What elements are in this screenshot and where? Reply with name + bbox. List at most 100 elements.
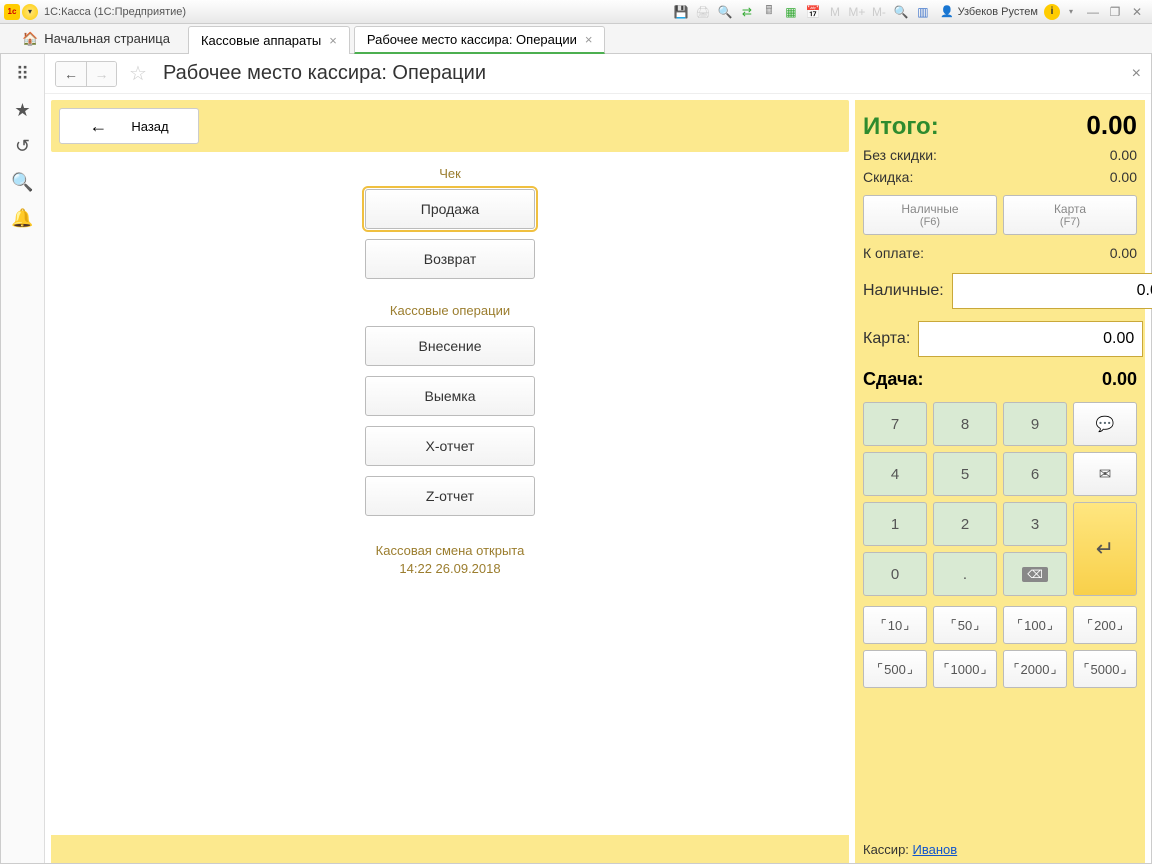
card-payment-button[interactable]: Карта (F7): [1003, 195, 1137, 235]
app-icon: 1с: [4, 4, 20, 20]
tab-label: Рабочее место кассира: Операции: [367, 32, 577, 47]
nav-forward-icon[interactable]: →: [86, 62, 116, 86]
numpad-8[interactable]: 8: [933, 402, 997, 446]
card-input[interactable]: [918, 321, 1143, 357]
shift-status-text: Кассовая смена открыта: [376, 542, 525, 560]
operations-panel: ← Назад Чек Продажа Возврат Кассовые опе…: [51, 100, 849, 863]
numpad-6[interactable]: 6: [1003, 452, 1067, 496]
window-close-icon[interactable]: ✕: [1127, 2, 1147, 22]
cashier-label: Кассир:: [863, 842, 913, 857]
denom-row-2: ⌜500⌟ ⌜1000⌟ ⌜2000⌟ ⌜5000⌟: [863, 650, 1137, 688]
compare-icon[interactable]: ⇄: [737, 2, 757, 22]
denom-1000[interactable]: ⌜1000⌟: [933, 650, 997, 688]
numpad: 7 8 9 💬 4 5 6 ✉ 1 2 3 ↵ 0 . ⌫: [863, 402, 1137, 596]
tab-home[interactable]: 🏠 Начальная страница: [8, 24, 184, 54]
shift-status: Кассовая смена открыта 14:22 26.09.2018: [376, 542, 525, 578]
cashops-heading: Кассовые операции: [390, 303, 510, 318]
tab-bar: 🏠 Начальная страница Кассовые аппараты ×…: [0, 24, 1152, 54]
tab-close-icon[interactable]: ×: [329, 33, 337, 48]
return-button[interactable]: Возврат: [365, 239, 535, 279]
calculator-icon[interactable]: 🖩: [759, 2, 779, 22]
back-label: Назад: [131, 119, 168, 134]
title-bar: 1с ▾ 1С:Касса (1С:Предприятие) 💾 🖨 🔍 ⇄ 🖩…: [0, 0, 1152, 24]
nav-buttons: ← →: [55, 61, 117, 87]
body-split: ← Назад Чек Продажа Возврат Кассовые опе…: [45, 94, 1151, 863]
arrow-left-icon: ←: [89, 116, 107, 137]
numpad-backspace-icon[interactable]: ⌫: [1003, 552, 1067, 596]
cashier-row: Кассир: Иванов: [863, 832, 1137, 857]
denom-500[interactable]: ⌜500⌟: [863, 650, 927, 688]
numpad-4[interactable]: 4: [863, 452, 927, 496]
card-input-row: Карта:: [863, 321, 1137, 357]
tab-cash-registers[interactable]: Кассовые аппараты ×: [188, 26, 350, 54]
date-icon[interactable]: 📅: [803, 2, 823, 22]
search-icon[interactable]: 🔍: [11, 170, 35, 194]
notifications-bell-icon[interactable]: 🔔: [11, 206, 35, 230]
app-menu-icon[interactable]: ▾: [22, 4, 38, 20]
minimize-icon[interactable]: —: [1083, 2, 1103, 22]
cash-input-row: Наличные:: [863, 273, 1137, 309]
content: ← → ☆ Рабочее место кассира: Операции × …: [45, 54, 1151, 863]
main-area: ⠿ ★ ↺ 🔍 🔔 ← → ☆ Рабочее место кассира: О…: [0, 54, 1152, 864]
denom-100[interactable]: ⌜100⌟: [1003, 606, 1067, 644]
denom-2000[interactable]: ⌜2000⌟: [1003, 650, 1067, 688]
card-input-label: Карта:: [863, 330, 910, 348]
withdraw-button[interactable]: Выемка: [365, 376, 535, 416]
deposit-button[interactable]: Внесение: [365, 326, 535, 366]
shift-status-time: 14:22 26.09.2018: [376, 560, 525, 578]
memory-mplus-icon[interactable]: М+: [847, 2, 867, 22]
cash-input[interactable]: [952, 273, 1152, 309]
info-dropdown-icon[interactable]: ▾: [1061, 2, 1081, 22]
operations-area: Чек Продажа Возврат Кассовые операции Вн…: [51, 152, 849, 835]
denom-row-1: ⌜10⌟ ⌜50⌟ ⌜100⌟ ⌜200⌟: [863, 606, 1137, 644]
app-title: 1С:Касса (1С:Предприятие): [44, 6, 186, 18]
cashier-link[interactable]: Иванов: [913, 842, 958, 857]
numpad-0[interactable]: 0: [863, 552, 927, 596]
change-row: Сдача: 0.00: [863, 369, 1137, 390]
print-icon[interactable]: 🖨: [693, 2, 713, 22]
tab-close-icon[interactable]: ×: [585, 32, 593, 47]
numpad-7[interactable]: 7: [863, 402, 927, 446]
memory-m-icon[interactable]: М: [825, 2, 845, 22]
apps-grid-icon[interactable]: ⠿: [11, 62, 35, 86]
numpad-enter[interactable]: ↵: [1073, 502, 1137, 596]
cash-input-label: Наличные:: [863, 282, 944, 300]
preview-icon[interactable]: 🔍: [715, 2, 735, 22]
back-bar: ← Назад: [51, 100, 849, 152]
check-heading: Чек: [439, 166, 461, 181]
info-icon[interactable]: i: [1044, 4, 1060, 20]
tab-home-label: Начальная страница: [44, 31, 170, 46]
panels-icon[interactable]: ▥: [913, 2, 933, 22]
favorites-star-icon[interactable]: ★: [11, 98, 35, 122]
tab-cashier-operations[interactable]: Рабочее место кассира: Операции ×: [354, 26, 606, 54]
denom-50[interactable]: ⌜50⌟: [933, 606, 997, 644]
history-icon[interactable]: ↺: [11, 134, 35, 158]
numpad-2[interactable]: 2: [933, 502, 997, 546]
xreport-button[interactable]: Х-отчет: [365, 426, 535, 466]
restore-icon[interactable]: ❐: [1105, 2, 1125, 22]
numpad-1[interactable]: 1: [863, 502, 927, 546]
numpad-dot[interactable]: .: [933, 552, 997, 596]
denom-200[interactable]: ⌜200⌟: [1073, 606, 1137, 644]
numpad-3[interactable]: 3: [1003, 502, 1067, 546]
favorite-star-icon[interactable]: ☆: [129, 61, 147, 86]
calendar-icon[interactable]: ▦: [781, 2, 801, 22]
numpad-comment-icon[interactable]: 💬: [1073, 402, 1137, 446]
user-label[interactable]: 👤 Узбеков Рустем: [940, 5, 1038, 18]
cash-payment-button[interactable]: Наличные (F6): [863, 195, 997, 235]
zoom-icon[interactable]: 🔍: [891, 2, 911, 22]
back-button[interactable]: ← Назад: [59, 108, 199, 144]
nav-back-icon[interactable]: ←: [56, 62, 86, 86]
sale-button[interactable]: Продажа: [365, 189, 535, 229]
payment-buttons: Наличные (F6) Карта (F7): [863, 195, 1137, 235]
numpad-5[interactable]: 5: [933, 452, 997, 496]
numpad-email-icon[interactable]: ✉: [1073, 452, 1137, 496]
left-bottom-bar: [51, 835, 849, 863]
zreport-button[interactable]: Z-отчет: [365, 476, 535, 516]
denom-10[interactable]: ⌜10⌟: [863, 606, 927, 644]
save-icon[interactable]: 💾: [671, 2, 691, 22]
close-icon[interactable]: ×: [1132, 65, 1141, 83]
memory-mminus-icon[interactable]: М-: [869, 2, 889, 22]
denom-5000[interactable]: ⌜5000⌟: [1073, 650, 1137, 688]
numpad-9[interactable]: 9: [1003, 402, 1067, 446]
